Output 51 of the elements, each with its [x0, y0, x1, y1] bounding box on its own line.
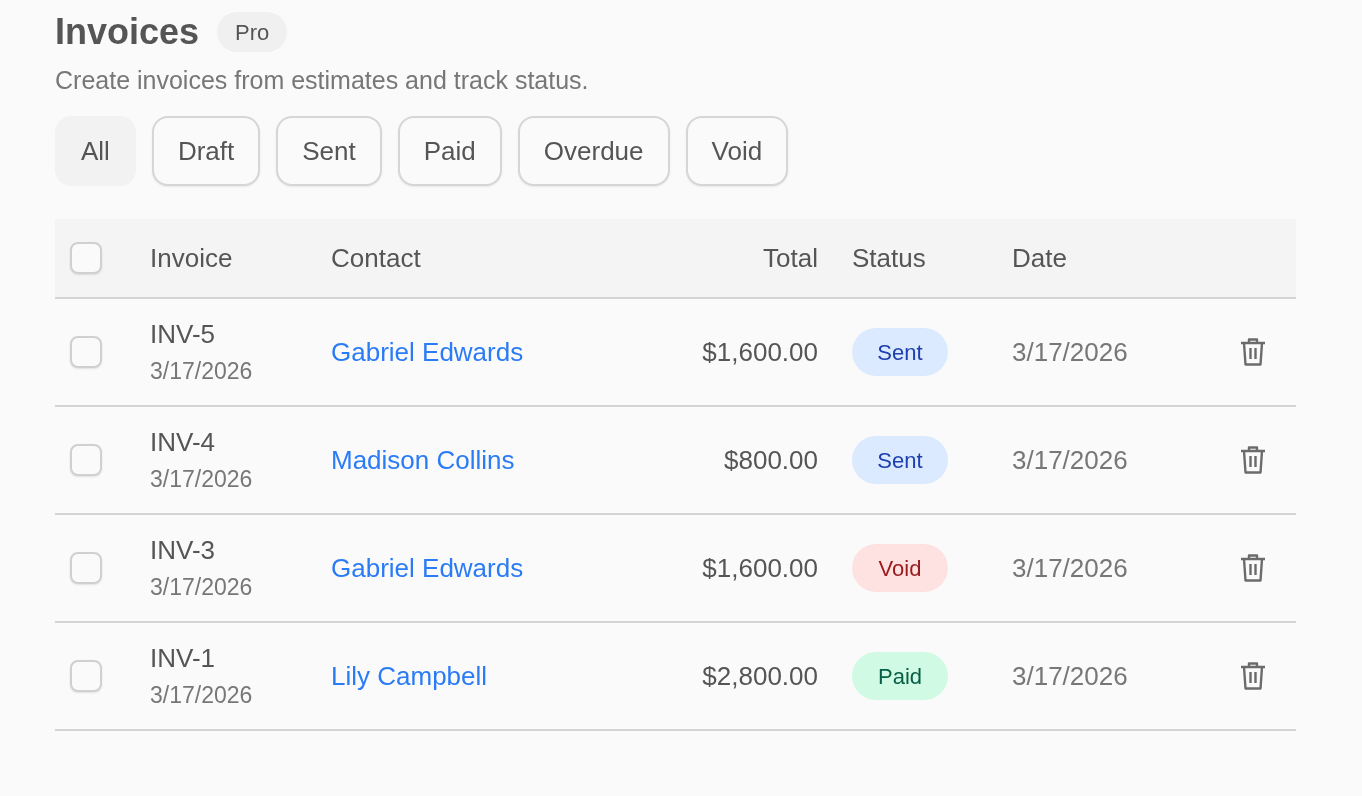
- contact-link[interactable]: Madison Collins: [331, 444, 515, 475]
- plan-badge: Pro: [217, 12, 288, 52]
- filter-tab[interactable]: Void: [685, 116, 789, 186]
- invoice-date: 3/17/2026: [150, 357, 253, 386]
- contact-link[interactable]: Gabriel Edwards: [331, 552, 524, 583]
- column-header: Date: [1012, 242, 1067, 273]
- invoice-date: 3/17/2026: [150, 465, 253, 494]
- invoice-number: INV-5: [150, 318, 216, 351]
- trash-icon: [1240, 661, 1266, 691]
- invoice-number: INV-1: [150, 642, 216, 675]
- page-subtitle: Create invoices from estimates and track status.: [55, 65, 590, 96]
- contact-link[interactable]: Gabriel Edwards: [331, 336, 524, 367]
- page-title: Invoices: [55, 14, 200, 50]
- delete-button[interactable]: [1240, 661, 1266, 691]
- checkbox[interactable]: [70, 336, 102, 368]
- invoice-date: 3/17/2026: [1012, 444, 1128, 475]
- invoice-number: INV-3: [150, 534, 216, 567]
- trash-icon: [1240, 337, 1266, 367]
- checkbox[interactable]: [70, 552, 102, 584]
- delete-button[interactable]: [1240, 553, 1266, 583]
- status-badge: Paid: [852, 652, 948, 700]
- contact-link[interactable]: Lily Campbell: [331, 660, 488, 691]
- delete-button[interactable]: [1240, 337, 1266, 367]
- invoice-date: 3/17/2026: [1012, 552, 1128, 583]
- filter-tab[interactable]: Draft: [151, 116, 261, 186]
- status-badge: Sent: [852, 436, 948, 484]
- delete-button[interactable]: [1240, 445, 1266, 475]
- column-header: Total: [763, 242, 818, 273]
- checkbox[interactable]: [70, 242, 102, 274]
- filter-tab[interactable]: Overdue: [517, 116, 670, 186]
- checkbox[interactable]: [70, 660, 102, 692]
- invoice-date: 3/17/2026: [1012, 660, 1128, 691]
- invoice-number: INV-4: [150, 426, 216, 459]
- status-badge: Void: [852, 544, 948, 592]
- filter-tab[interactable]: Paid: [397, 116, 502, 186]
- filter-tab[interactable]: Sent: [276, 116, 382, 186]
- filter-tab[interactable]: All: [55, 116, 136, 186]
- invoice-total: $2,800.00: [702, 660, 818, 691]
- invoice-date: 3/17/2026: [150, 573, 253, 602]
- status-badge: Sent: [852, 328, 948, 376]
- column-header: Status: [852, 242, 926, 273]
- invoice-total: $800.00: [724, 444, 818, 475]
- trash-icon: [1240, 445, 1266, 475]
- invoice-total: $1,600.00: [702, 552, 818, 583]
- checkbox[interactable]: [70, 444, 102, 476]
- invoice-total: $1,600.00: [702, 336, 818, 367]
- column-header: Contact: [331, 242, 421, 273]
- column-header: Invoice: [150, 242, 233, 273]
- trash-icon: [1240, 553, 1266, 583]
- invoice-date: 3/17/2026: [1012, 336, 1128, 367]
- invoice-date: 3/17/2026: [150, 681, 253, 710]
